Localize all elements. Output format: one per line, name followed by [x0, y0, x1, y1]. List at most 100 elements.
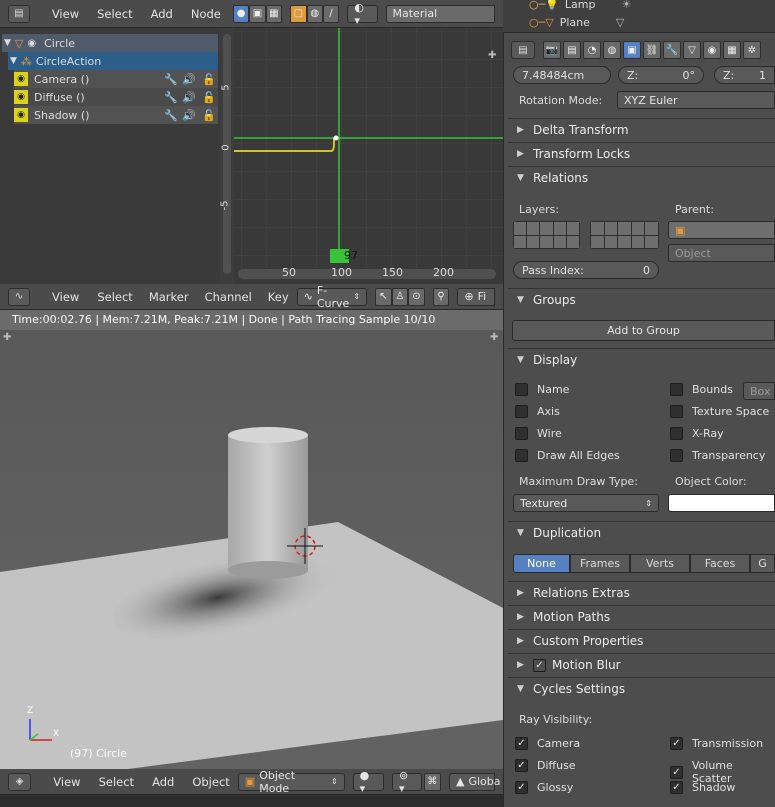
checkbox-icon[interactable] [515, 449, 528, 462]
texture-icon[interactable]: ▦ [265, 4, 283, 23]
mute-icon[interactable]: 🔊 [182, 91, 196, 104]
mute-icon[interactable]: 🔊 [182, 109, 196, 122]
layers-grid-a[interactable] [513, 221, 580, 249]
render-layers-icon[interactable]: ▤ [563, 41, 581, 59]
menu-view[interactable]: View [53, 775, 80, 789]
editor-type-button[interactable]: ▤ [511, 41, 535, 59]
world-icon[interactable]: ◍ [603, 41, 621, 59]
editor-type-button[interactable]: ∿ [8, 287, 31, 306]
lock-icon[interactable]: 🔓 [202, 109, 216, 122]
menu-node[interactable]: Node [191, 7, 221, 21]
line-style-icon[interactable]: ∕ [322, 4, 340, 23]
panel-relations-extras[interactable]: ▶ Relations Extras [508, 582, 775, 604]
checkbox-icon[interactable] [670, 383, 683, 396]
rotation-z-field[interactable]: Z: 0° [618, 66, 704, 84]
checkbox-x-ray[interactable]: X-Ray [670, 427, 724, 440]
menu-add[interactable]: Add [151, 7, 173, 21]
mode-dropdown[interactable]: ∿ F-Curve ⇕ [296, 284, 368, 310]
expand-arrow-icon[interactable]: ▼ [10, 56, 17, 66]
constraints-icon[interactable]: ⛓ [643, 41, 661, 59]
texture-icon[interactable]: ▦ [723, 41, 741, 59]
scrollbar-vertical[interactable] [223, 34, 231, 274]
checkbox-icon[interactable] [515, 383, 528, 396]
menu-view[interactable]: View [52, 7, 79, 21]
scale-z-field[interactable]: Z: 1 [714, 66, 775, 84]
bounds-type-dropdown[interactable]: Box [743, 382, 775, 400]
editor-type-button[interactable]: ◈ [8, 772, 32, 791]
render-icon[interactable]: 📷 [543, 41, 561, 59]
panel-custom-properties[interactable]: ▶ Custom Properties [508, 630, 775, 652]
object-color-swatch[interactable] [668, 494, 775, 512]
panel-display[interactable]: ▼ Display [508, 349, 775, 371]
menu-select[interactable]: Select [99, 775, 134, 789]
cursor-icon[interactable]: ↖ [375, 287, 392, 306]
lock-icon[interactable]: 🔓 [202, 91, 216, 104]
render-canvas[interactable] [0, 310, 503, 769]
mode-dropdown[interactable]: ▣ Object Mode ⇕ [237, 769, 345, 795]
channel-shadow[interactable]: ◉ Shadow () 🔧 🔊 🔓 [14, 106, 218, 124]
zoom-icon[interactable]: ⚲ [432, 287, 450, 306]
add-region-icon[interactable]: ✚ [488, 50, 496, 61]
editor-type-button[interactable]: ▤ [8, 4, 30, 23]
parent-field[interactable]: ▣ [668, 221, 775, 239]
orientation-field[interactable]: ▲ Globa [448, 772, 501, 791]
checkbox-shadow[interactable]: ✓ Shadow [670, 781, 735, 794]
add-region-icon[interactable]: ✚ [3, 332, 11, 343]
menu-key[interactable]: Key [268, 290, 289, 304]
parent-type-field[interactable]: Object [668, 244, 775, 262]
checkbox-glossy[interactable]: ✓ Glossy [515, 781, 573, 794]
object-icon[interactable]: ▢ [290, 4, 307, 23]
menu-select[interactable]: Select [97, 7, 132, 21]
dup-option-none[interactable]: None [513, 554, 570, 573]
mute-icon[interactable]: 🔊 [182, 73, 196, 86]
eye-icon[interactable]: ◉ [14, 90, 28, 104]
material-icon[interactable]: ◉ [703, 41, 721, 59]
channel-action[interactable]: ▼ ⁂ CircleAction [8, 52, 218, 70]
menu-marker[interactable]: Marker [149, 290, 189, 304]
add-region-icon[interactable]: ✚ [490, 332, 498, 343]
expand-arrow-icon[interactable]: ▼ [4, 38, 11, 48]
panel-delta-transform[interactable]: ▶ Delta Transform [508, 119, 775, 141]
shading-dropdown[interactable]: ● ▾ [352, 769, 385, 795]
checkbox-icon[interactable] [670, 449, 683, 462]
menu-select[interactable]: Select [97, 290, 132, 304]
checkbox-icon[interactable]: ✓ [670, 737, 683, 750]
dup-option-verts[interactable]: Verts [630, 554, 690, 573]
channel-camera[interactable]: ◉ Camera () 🔧 🔊 🔓 [14, 70, 218, 88]
checkbox-camera[interactable]: ✓ Camera [515, 737, 580, 750]
checkbox-icon[interactable]: ✓ [515, 737, 528, 750]
location-x-field[interactable]: 7.48484cm [513, 66, 611, 84]
checkbox-wire[interactable]: Wire [515, 427, 562, 440]
wrench-icon[interactable]: 🔧 [164, 91, 178, 104]
panel-relations[interactable]: ▼ Relations [508, 167, 775, 189]
eye-icon[interactable]: ◉ [14, 108, 28, 122]
menu-channel[interactable]: Channel [205, 290, 252, 304]
graph-area[interactable]: 5 0 -5 97 50 100 150 200 ✚ [219, 28, 503, 284]
panel-cycles-settings[interactable]: ▼ Cycles Settings [508, 678, 775, 700]
checkbox-transmission[interactable]: ✓ Transmission [670, 737, 763, 750]
pivot-icon[interactable]: ⊙ [408, 287, 425, 306]
eye-icon[interactable]: ◉ [14, 72, 28, 86]
panel-groups[interactable]: ▼ Groups [508, 289, 775, 311]
material-slot-dropdown[interactable]: ◐ ▾ [347, 1, 378, 27]
max-draw-type-dropdown[interactable]: Textured ⇕ [513, 494, 659, 512]
checkbox-icon[interactable]: ✓ [670, 781, 683, 794]
add-to-group-button[interactable]: Add to Group [512, 320, 775, 341]
checkbox-bounds[interactable]: Bounds [670, 383, 733, 396]
material-field[interactable]: Material [385, 4, 495, 23]
checkbox-icon[interactable] [670, 405, 683, 418]
panel-motion-blur[interactable]: ▶ ✓ Motion Blur [508, 654, 775, 676]
wrench-icon[interactable]: 🔧 [164, 73, 178, 86]
checkbox-icon[interactable] [670, 427, 683, 440]
dup-option-faces[interactable]: Faces [690, 554, 750, 573]
particles-icon[interactable]: ✲ [743, 41, 761, 59]
rotation-mode-dropdown[interactable]: XYZ Euler [617, 91, 775, 109]
checkbox-draw-all-edges[interactable]: Draw All Edges [515, 449, 620, 462]
world-icon[interactable]: ◍ [306, 4, 323, 23]
manipulator-icon[interactable]: ⌘ [423, 772, 441, 791]
pass-index-field[interactable]: Pass Index: 0 [513, 261, 659, 279]
visibility-eye-icon[interactable]: ◉ [27, 38, 36, 49]
layers-grid-b[interactable] [590, 221, 659, 249]
checkbox-icon[interactable]: ✓ [515, 781, 528, 794]
checkbox-texture-space[interactable]: Texture Space [670, 405, 769, 418]
